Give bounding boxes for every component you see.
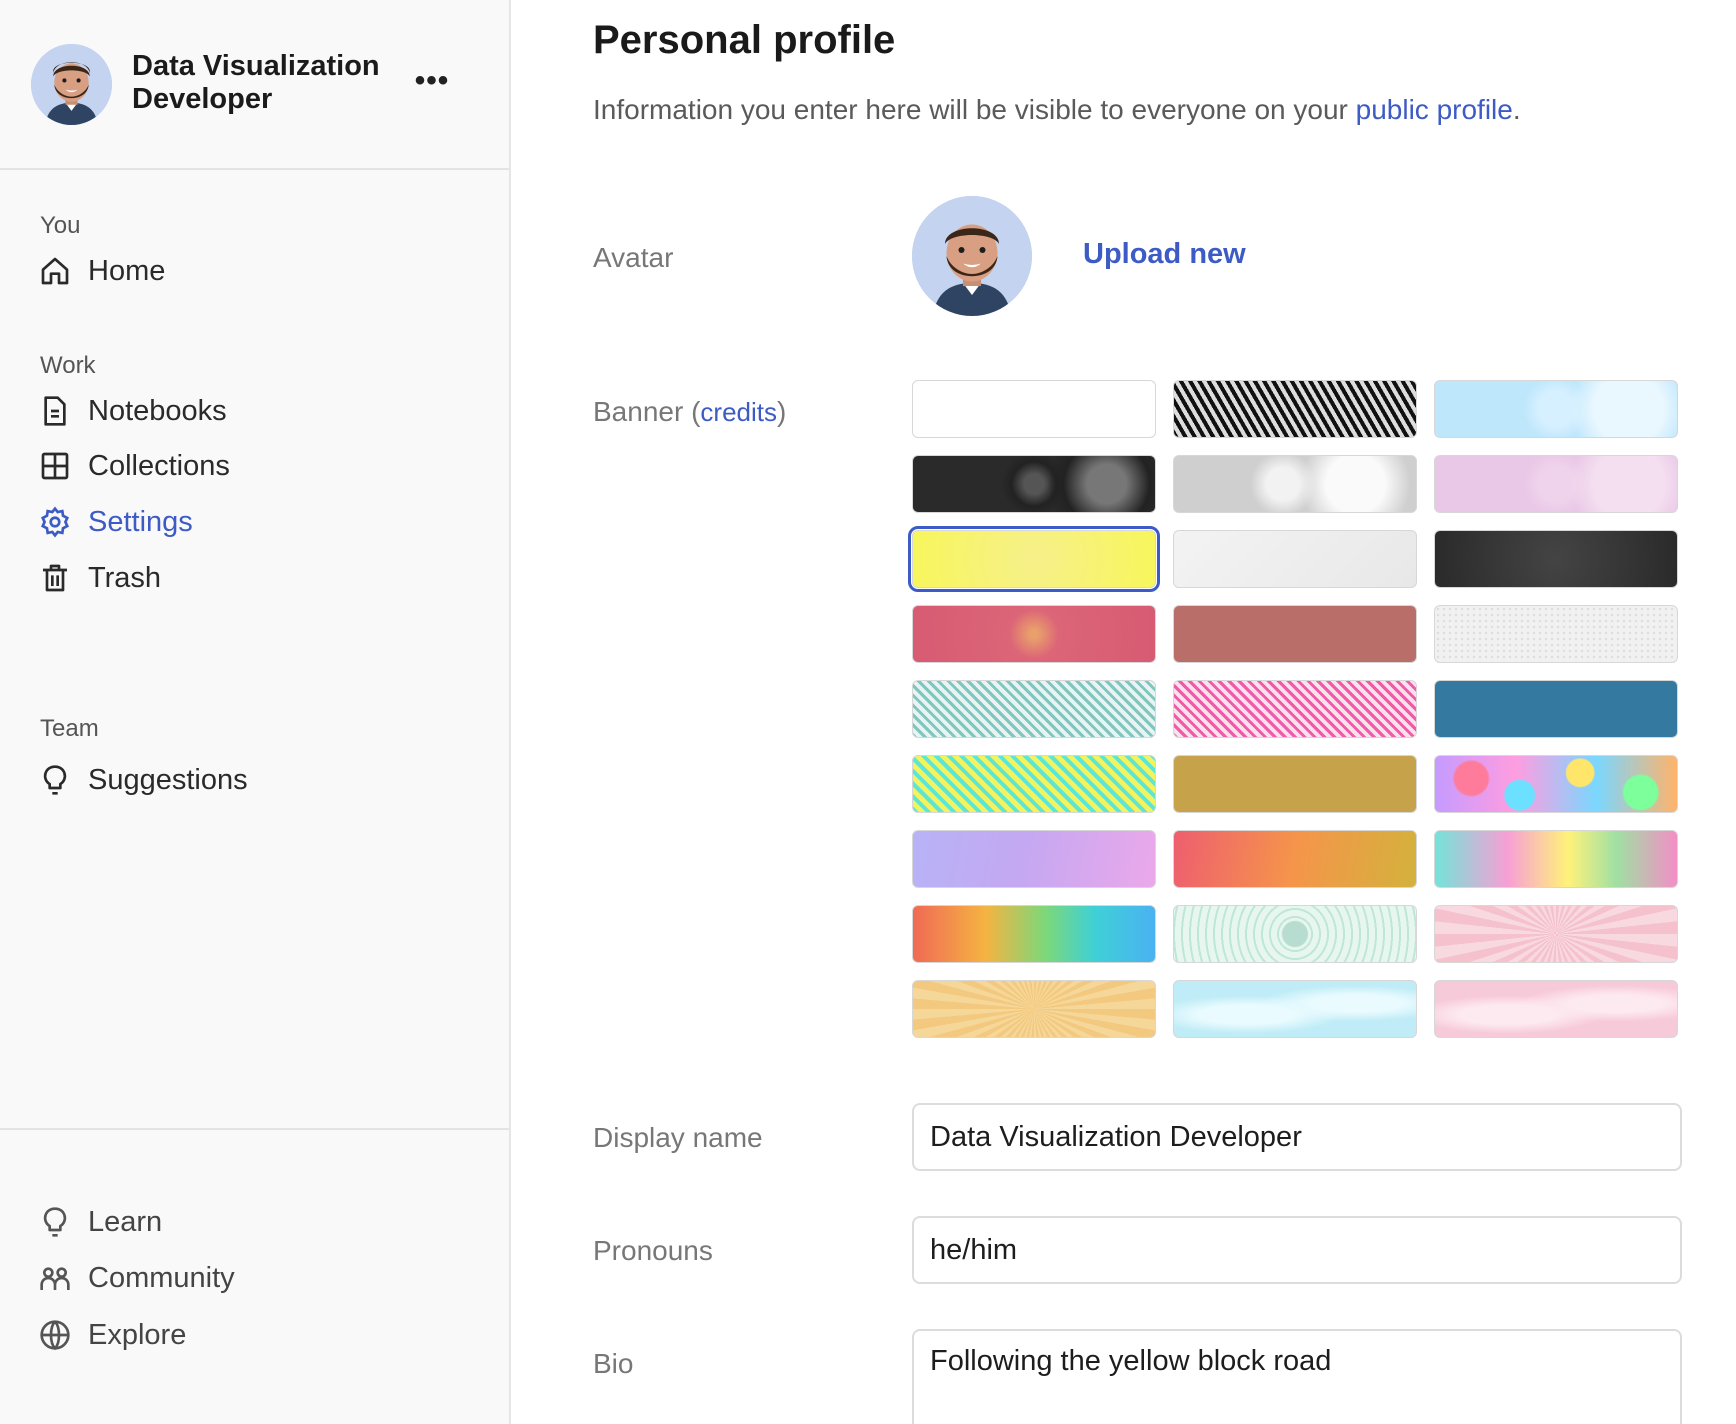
collections-grid-icon xyxy=(38,449,72,483)
account-name: Data Visualization Developer xyxy=(132,50,380,115)
home-icon xyxy=(38,254,72,288)
globe-icon xyxy=(38,1318,72,1352)
banner-credits-paren: ( xyxy=(683,396,701,427)
banner-green-yellow-maze[interactable] xyxy=(912,755,1156,813)
more-options-icon[interactable]: ••• xyxy=(412,66,452,96)
bearded-man-avatar-icon xyxy=(31,44,112,125)
banner-sky-swirl[interactable] xyxy=(1173,980,1417,1038)
sidebar-item-label: Home xyxy=(88,254,166,287)
sidebar-item-label: Suggestions xyxy=(88,763,248,796)
banner-bw-moire[interactable] xyxy=(1173,380,1417,438)
banner-pink-swirl[interactable] xyxy=(1434,980,1678,1038)
lightbulb-icon xyxy=(38,763,72,797)
sidebar-item-home[interactable]: Home xyxy=(38,249,478,293)
banner-dark-charcoal[interactable] xyxy=(1434,530,1678,588)
gear-icon xyxy=(38,505,72,539)
account-avatar[interactable] xyxy=(31,44,112,125)
main-content: Personal profile Information you enter h… xyxy=(513,0,1736,1424)
banner-lavender-poly[interactable] xyxy=(912,830,1156,888)
banner-teal-maze[interactable] xyxy=(912,680,1156,738)
banner-yellow[interactable] xyxy=(908,526,1160,592)
display-name-label: Display name xyxy=(593,1122,763,1153)
pronouns-label: Pronouns xyxy=(593,1235,713,1266)
sidebar-item-label: Collections xyxy=(88,449,230,482)
sidebar-divider xyxy=(0,1128,509,1130)
banner-pink-red[interactable] xyxy=(912,605,1156,663)
banner-orange-poly[interactable] xyxy=(1173,830,1417,888)
notebook-icon xyxy=(38,394,72,428)
banner-grid xyxy=(908,380,1678,1038)
banner-light-blue-spheres[interactable] xyxy=(1434,380,1678,438)
sidebar-item-explore[interactable]: Explore xyxy=(38,1313,478,1357)
sidebar-item-label: Explore xyxy=(88,1318,187,1351)
banner-blank[interactable] xyxy=(912,380,1156,438)
sidebar-item-community[interactable]: Community xyxy=(38,1256,478,1300)
banner-credits-paren: ) xyxy=(776,396,787,427)
banner-rainbow[interactable] xyxy=(912,905,1156,963)
bio-label: Bio xyxy=(593,1348,634,1379)
page-title: Personal profile xyxy=(593,18,896,62)
upload-avatar-link[interactable]: Upload new xyxy=(1083,238,1246,271)
banner-mustard[interactable] xyxy=(1173,755,1417,813)
sidebar-item-notebooks[interactable]: Notebooks xyxy=(38,389,478,433)
profile-avatar[interactable] xyxy=(912,196,1032,316)
lightbulb-icon xyxy=(38,1205,72,1239)
sidebar-item-suggestions[interactable]: Suggestions xyxy=(38,758,478,802)
banner-mint-lace[interactable] xyxy=(1173,905,1417,963)
sidebar-item-label: Settings xyxy=(88,505,193,538)
banner-label: Banner (credits) xyxy=(593,396,786,428)
nav-section-work: Work xyxy=(40,352,96,379)
public-profile-link[interactable]: public profile xyxy=(1356,94,1513,125)
banner-peach-burst[interactable] xyxy=(912,980,1156,1038)
nav-section-team: Team xyxy=(40,715,99,742)
sidebar-item-label: Learn xyxy=(88,1205,163,1238)
sidebar-item-learn[interactable]: Learn xyxy=(38,1200,478,1244)
banner-light-dots[interactable] xyxy=(1434,605,1678,663)
banner-pink-maze[interactable] xyxy=(1173,680,1417,738)
bearded-man-avatar-icon xyxy=(912,196,1032,316)
app: Data Visualization Developer ••• You Hom… xyxy=(0,0,1736,1424)
display-name-field[interactable] xyxy=(912,1103,1682,1171)
banner-steel-blue[interactable] xyxy=(1434,680,1678,738)
description-period: . xyxy=(1512,94,1521,125)
trash-icon xyxy=(38,561,72,595)
sidebar-item-label: Notebooks xyxy=(88,394,227,427)
banner-terracotta[interactable] xyxy=(1173,605,1417,663)
banner-credits-link[interactable]: credits xyxy=(700,397,777,427)
page-description: Information you enter here will be visib… xyxy=(593,94,1693,126)
banner-dark-spheres[interactable] xyxy=(912,455,1156,513)
banner-label-text: Banner xyxy=(593,396,684,427)
nav-section-you: You xyxy=(40,212,81,239)
banner-grey-spheres[interactable] xyxy=(1173,455,1417,513)
description-text: Information you enter here will be visib… xyxy=(593,94,1356,125)
banner-pink-burst[interactable] xyxy=(1434,905,1678,963)
people-icon xyxy=(38,1261,72,1295)
avatar-label: Avatar xyxy=(593,242,674,273)
sidebar-item-trash[interactable]: Trash xyxy=(38,556,478,600)
banner-pink-spheres[interactable] xyxy=(1434,455,1678,513)
sidebar-item-label: Community xyxy=(88,1261,235,1294)
sidebar: Data Visualization Developer ••• You Hom… xyxy=(0,0,511,1424)
banner-pastel-poly[interactable] xyxy=(1434,830,1678,888)
sidebar-item-settings[interactable]: Settings xyxy=(38,500,478,544)
banner-white-grey[interactable] xyxy=(1173,530,1417,588)
banner-confetti[interactable] xyxy=(1434,755,1678,813)
pronouns-field[interactable] xyxy=(912,1216,1682,1284)
sidebar-item-collections[interactable]: Collections xyxy=(38,444,478,488)
bio-field[interactable]: Following the yellow block road xyxy=(912,1329,1682,1424)
sidebar-item-label: Trash xyxy=(88,561,162,594)
account-header: Data Visualization Developer ••• xyxy=(0,0,509,170)
